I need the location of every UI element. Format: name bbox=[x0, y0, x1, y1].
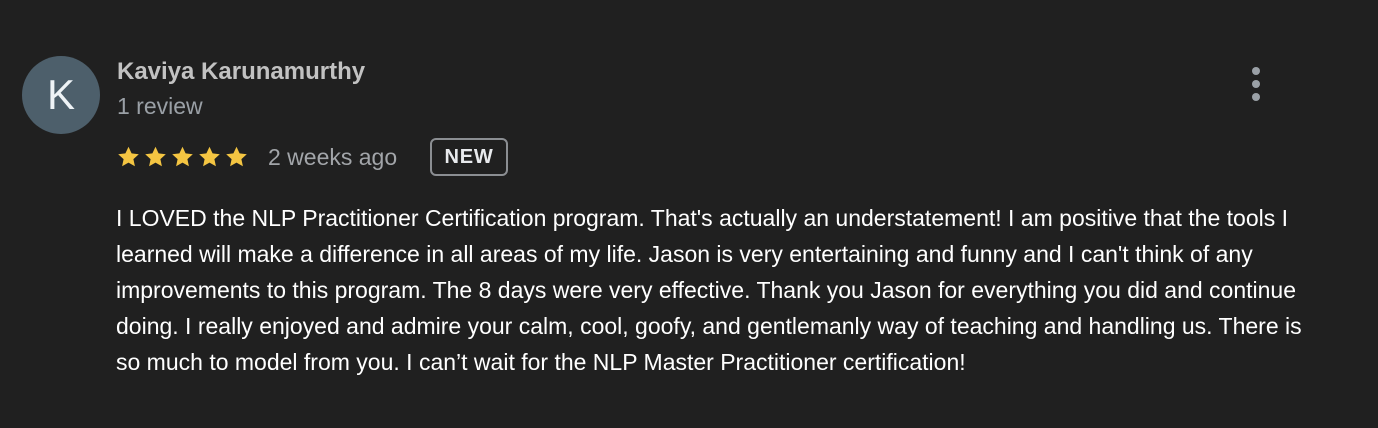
star-icon bbox=[118, 146, 139, 167]
more-vert-icon-dot bbox=[1252, 80, 1260, 88]
more-vert-icon-dot bbox=[1252, 93, 1260, 101]
more-vert-icon-dot bbox=[1252, 67, 1260, 75]
reviewer-name[interactable]: Kaviya Karunamurthy bbox=[117, 58, 365, 86]
star-icon bbox=[226, 146, 247, 167]
avatar[interactable]: K bbox=[22, 56, 100, 134]
review-count[interactable]: 1 review bbox=[117, 92, 203, 120]
star-icon bbox=[199, 146, 220, 167]
star-icon bbox=[172, 146, 193, 167]
more-options-button[interactable] bbox=[1236, 62, 1276, 106]
review-date: 2 weeks ago bbox=[268, 144, 398, 170]
star-icon bbox=[145, 146, 166, 167]
star-rating bbox=[116, 145, 252, 171]
rating-row: 2 weeks ago NEW bbox=[116, 138, 536, 178]
review-card: K Kaviya Karunamurthy 1 review 2 weeks a bbox=[0, 0, 1378, 428]
new-badge: NEW bbox=[430, 138, 508, 176]
review-text: I LOVED the NLP Practitioner Certificati… bbox=[116, 205, 1302, 375]
